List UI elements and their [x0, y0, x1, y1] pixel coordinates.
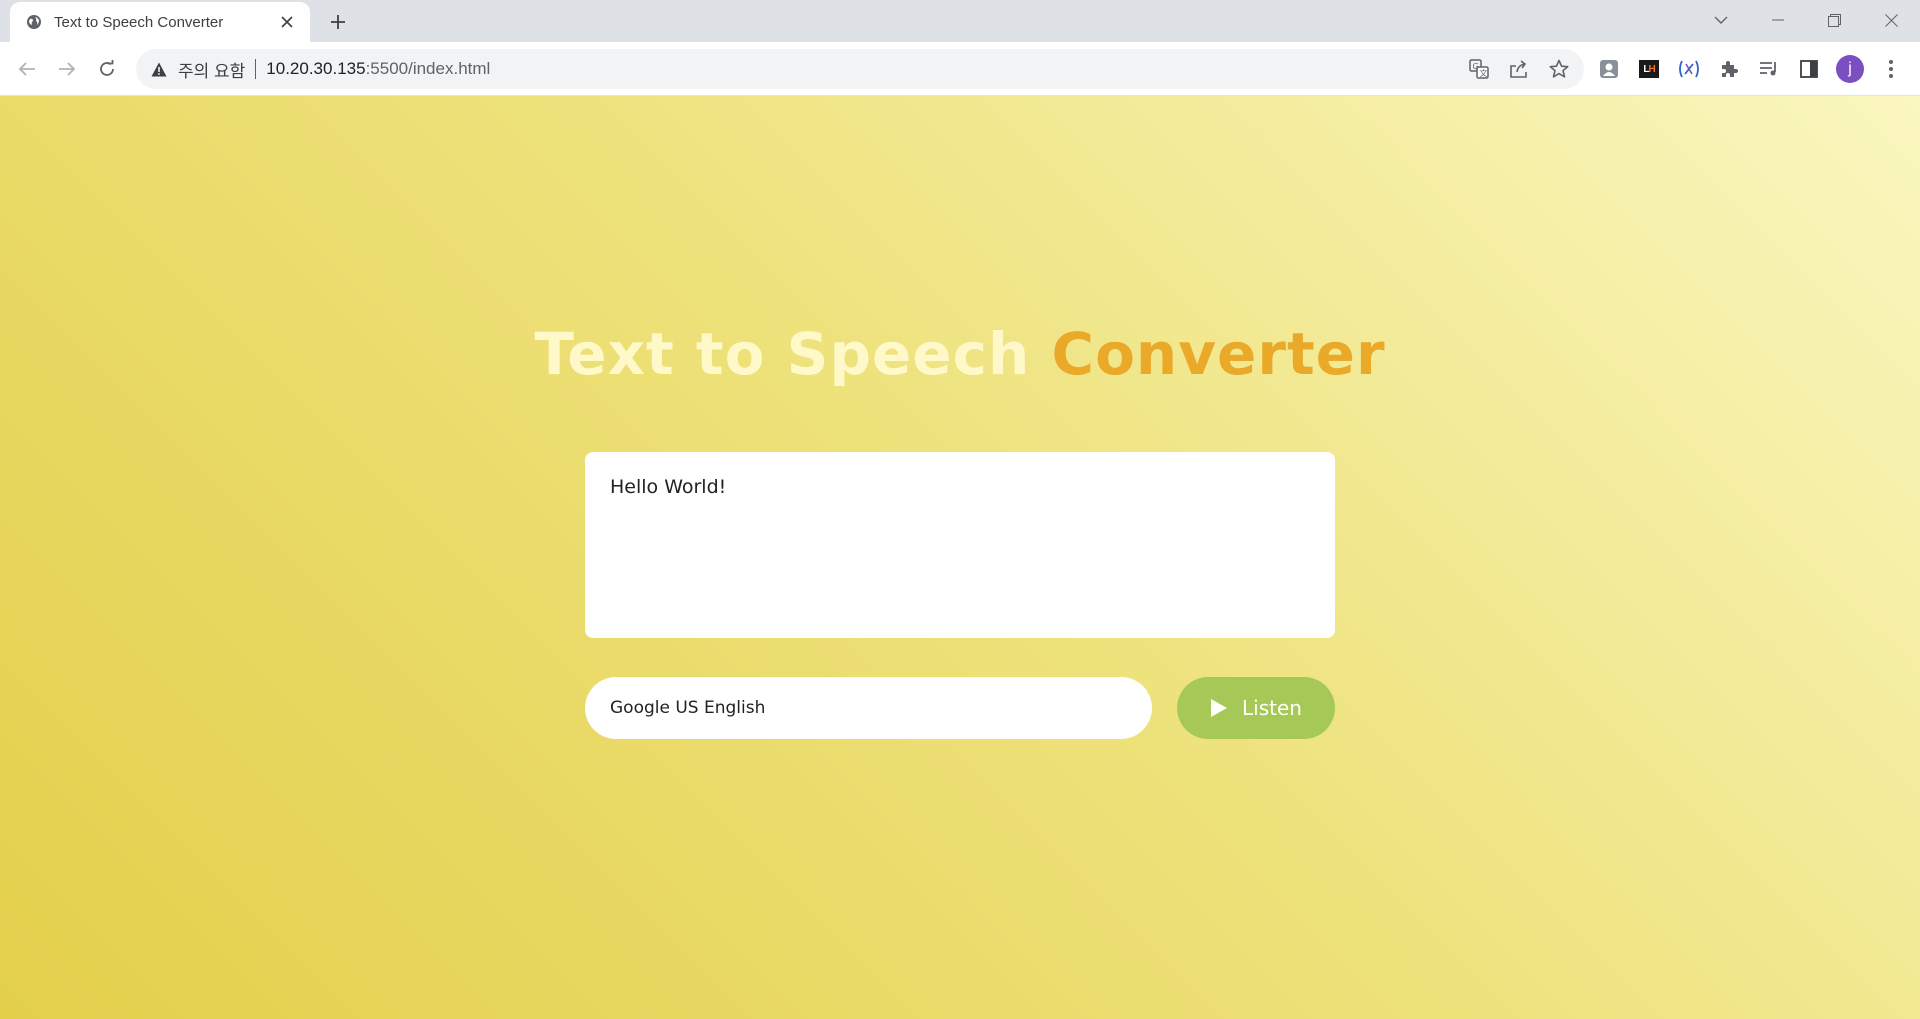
page-content: Text to Speech Converter Hello World! Go… — [0, 96, 1920, 1019]
minimize-button[interactable] — [1749, 0, 1806, 40]
tab-strip: Text to Speech Converter — [0, 0, 1920, 42]
close-tab-icon[interactable] — [276, 11, 298, 33]
listen-button[interactable]: Listen — [1177, 677, 1335, 739]
profile-avatar[interactable]: j — [1836, 55, 1864, 83]
side-panel-icon[interactable] — [1796, 56, 1822, 82]
svg-text:文: 文 — [1480, 68, 1488, 78]
title-main-text: Text to Speech — [534, 320, 1052, 388]
new-tab-button[interactable] — [324, 8, 352, 36]
url-host[interactable]: 10.20.30.135 — [266, 59, 365, 79]
close-window-button[interactable] — [1863, 0, 1920, 40]
url-path[interactable]: :5500/index.html — [366, 59, 491, 79]
page-title: Text to Speech Converter — [0, 320, 1920, 388]
lighthouse-extension-icon[interactable]: LH — [1636, 56, 1662, 82]
voice-select-value: Google US English — [610, 698, 766, 718]
omnibox-actions: G文 — [1468, 49, 1570, 89]
reload-icon[interactable] — [92, 54, 122, 84]
browser-tab[interactable]: Text to Speech Converter — [10, 2, 310, 42]
tab-search-chevron-icon[interactable] — [1692, 0, 1749, 40]
translate-icon[interactable]: G文 — [1468, 58, 1490, 80]
chrome-menu-icon[interactable] — [1878, 56, 1904, 82]
svg-text:G: G — [1473, 62, 1479, 71]
share-icon[interactable] — [1508, 58, 1530, 80]
bookmark-star-icon[interactable] — [1548, 58, 1570, 80]
back-arrow-icon[interactable] — [12, 54, 42, 84]
warning-triangle-icon[interactable] — [150, 60, 168, 78]
extensions-area: LH j — [1596, 54, 1904, 84]
play-icon — [1210, 698, 1228, 718]
profile-card-extension-icon[interactable] — [1596, 56, 1622, 82]
window-controls — [1692, 0, 1920, 40]
tab-title: Text to Speech Converter — [54, 13, 224, 31]
forward-arrow-icon[interactable] — [52, 54, 82, 84]
reading-list-icon[interactable] — [1756, 56, 1782, 82]
browser-toolbar: 주의 요함 10.20.30.135 :5500/index.html G文 L… — [0, 42, 1920, 96]
omnibox-divider — [255, 59, 257, 79]
speech-text-input[interactable]: Hello World! — [585, 452, 1335, 638]
listen-button-label: Listen — [1242, 696, 1302, 720]
extensions-puzzle-icon[interactable] — [1716, 56, 1742, 82]
regex-extension-icon[interactable] — [1676, 56, 1702, 82]
address-bar[interactable]: 주의 요함 10.20.30.135 :5500/index.html G文 — [136, 49, 1584, 89]
voice-select[interactable]: Google US English — [585, 677, 1152, 739]
title-accent-text: Converter — [1051, 320, 1386, 388]
security-status-text[interactable]: 주의 요함 — [178, 57, 245, 82]
restore-button[interactable] — [1806, 0, 1863, 40]
globe-icon — [24, 12, 44, 32]
